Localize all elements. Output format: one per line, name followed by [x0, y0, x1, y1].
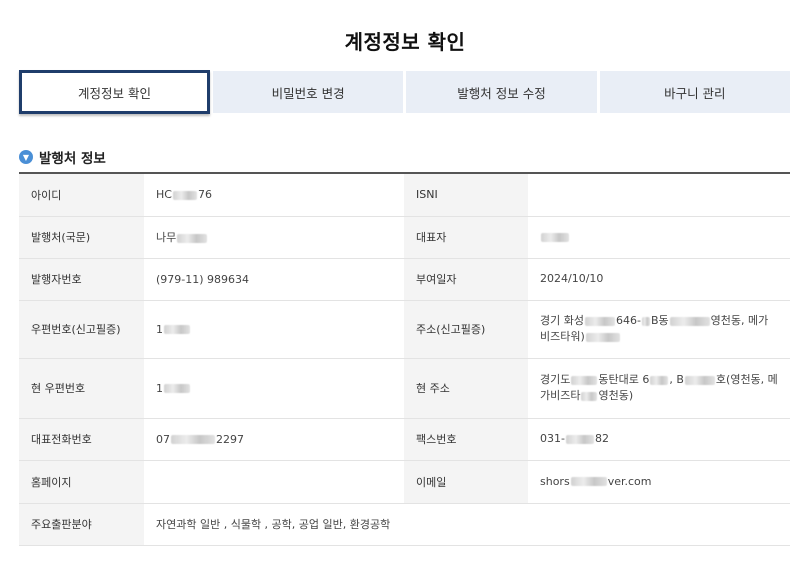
homepage-label: 홈페이지: [19, 460, 144, 504]
table-row: 발행자번호 (979-11) 989634 부여일자 2024/10/10: [19, 258, 790, 301]
phone-value-pre: 07: [156, 432, 170, 446]
address-current-part: 동탄대로 6: [598, 373, 650, 386]
email-value-pre: shors: [540, 474, 570, 488]
fax-value-pre: 031-: [540, 432, 565, 445]
redacted-mask: [171, 435, 215, 444]
main-field-value: 자연과학 일반 , 식물학 , 공학, 공업 일반, 환경공학: [144, 503, 790, 546]
redacted-mask: [650, 375, 669, 385]
publisher-name-pre: 나무: [156, 231, 177, 244]
section-title: 발행처 정보: [39, 151, 106, 167]
address-registered-label: 주소(신고필증): [404, 300, 528, 359]
fax-value: 031- 82: [528, 418, 790, 461]
redacted-mask: [669, 316, 710, 326]
publisher-info-table: 아이디 HC 76 ISNI 발행처(국문) 나무 대표자 발행자번호 (979-…: [19, 172, 790, 546]
redacted-mask: [581, 391, 598, 401]
main-field-label: 주요출판분야: [19, 503, 144, 546]
address-registered-part: 영천동, 메가: [710, 314, 769, 327]
redacted-mask: [684, 375, 715, 385]
zip-current-pre: 1: [156, 381, 163, 395]
phone-value: 07 2297: [144, 418, 404, 461]
account-tabs: 계정정보 확인 비밀번호 변경 발행처 정보 수정 바구니 관리: [19, 70, 790, 114]
table-row: 아이디 HC 76 ISNI: [19, 173, 790, 217]
address-registered-value: 경기 화성 646- B동 영천동, 메가 비즈타워): [528, 300, 790, 359]
email-value-post: ver.com: [607, 474, 652, 488]
id-label: 아이디: [19, 173, 144, 217]
granted-date-label: 부여일자: [404, 258, 528, 301]
table-row: 주요출판분야 자연과학 일반 , 식물학 , 공학, 공업 일반, 환경공학: [19, 503, 790, 546]
table-row: 발행처(국문) 나무 대표자: [19, 216, 790, 259]
id-value-post: 76: [197, 188, 212, 202]
publisher-no-label: 발행자번호: [19, 258, 144, 301]
address-current-value: 경기도 동탄대로 6 , B 호(영천동, 메 가비즈타 영천동): [528, 358, 790, 419]
ceo-label: 대표자: [404, 216, 528, 259]
address-current-part: 경기도: [540, 373, 571, 386]
redacted-mask: [164, 325, 190, 334]
redacted-mask: [172, 190, 197, 200]
tab-change-password[interactable]: 비밀번호 변경: [213, 71, 404, 113]
table-row: 대표전화번호 07 2297 팩스번호 031- 82: [19, 418, 790, 461]
email-value: shors ver.com: [528, 460, 790, 504]
address-registered-part: 646-: [615, 314, 641, 327]
id-value: HC 76: [144, 173, 404, 217]
address-current-part: 호(영천동, 메: [715, 373, 778, 386]
address-current-part: 영천동): [598, 389, 634, 402]
homepage-value: [144, 460, 404, 504]
page-title: 계정정보 확인: [344, 30, 466, 54]
redacted-mask: [541, 232, 569, 242]
chevron-down-icon: ▼: [19, 150, 33, 164]
tab-basket-management[interactable]: 바구니 관리: [599, 71, 790, 113]
isni-value: [528, 173, 790, 217]
table-row: 홈페이지 이메일 shors ver.com: [19, 460, 790, 504]
zip-current-value: 1: [144, 358, 404, 419]
publisher-name-value: 나무: [144, 216, 404, 259]
redacted-mask: [641, 316, 650, 326]
address-registered-part: 경기 화성: [540, 314, 584, 327]
redacted-mask: [164, 384, 190, 393]
zip-registered-value: 1: [144, 300, 404, 359]
address-current-part: 가비즈타: [540, 389, 581, 402]
granted-date-value: 2024/10/10: [528, 258, 790, 301]
zip-registered-pre: 1: [156, 322, 163, 336]
address-current-label: 현 주소: [404, 358, 528, 419]
phone-value-post: 2297: [216, 432, 244, 446]
tab-edit-publisher-info[interactable]: 발행처 정보 수정: [406, 71, 597, 113]
publisher-no-value: (979-11) 989634: [144, 258, 404, 301]
address-registered-part: 비즈타워): [540, 330, 585, 343]
table-row: 현 우편번호 1 현 주소 경기도 동탄대로 6 , B 호(영천동, 메 가비즈타 영…: [19, 358, 790, 419]
table-row: 우편번호(신고필증) 1 주소(신고필증) 경기 화성 646- B동 영천동, 메가…: [19, 300, 790, 359]
publisher-name-label: 발행처(국문): [19, 216, 144, 259]
zip-current-label: 현 우편번호: [19, 358, 144, 419]
isni-label: ISNI: [404, 173, 528, 217]
redacted-mask: [571, 375, 598, 385]
id-value-pre: HC: [156, 188, 172, 202]
redacted-mask: [177, 233, 208, 243]
zip-registered-label: 우편번호(신고필증): [19, 300, 144, 359]
tab-account-info[interactable]: 계정정보 확인: [19, 70, 210, 114]
fax-label: 팩스번호: [404, 418, 528, 461]
phone-label: 대표전화번호: [19, 418, 144, 461]
email-label: 이메일: [404, 460, 528, 504]
redacted-mask: [585, 332, 620, 342]
redacted-mask: [565, 434, 594, 444]
ceo-value: [528, 216, 790, 259]
redacted-mask: [584, 316, 615, 326]
section-header: ▼ 발행처 정보: [19, 147, 106, 167]
redacted-mask: [570, 477, 607, 486]
fax-value-post: 82: [594, 432, 609, 445]
address-current-part: , B: [669, 373, 684, 386]
address-registered-part: B동: [650, 314, 669, 327]
